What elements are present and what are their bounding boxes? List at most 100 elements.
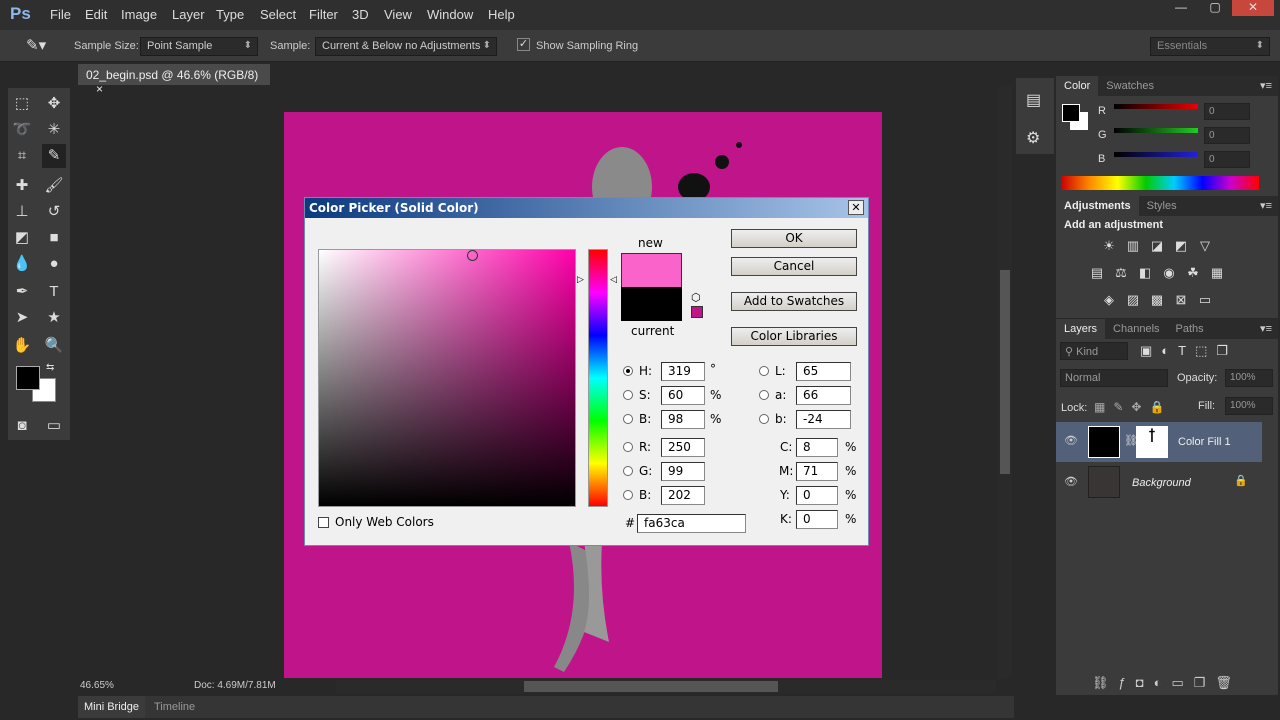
lab-b-input[interactable]: -24	[796, 410, 851, 429]
black-white-icon[interactable]: ◧	[1136, 265, 1154, 281]
blue-radio[interactable]	[623, 490, 633, 500]
photo-filter-icon[interactable]: ◉	[1160, 265, 1178, 281]
brightness-icon[interactable]: ☀	[1100, 238, 1118, 254]
quick-mask-icon[interactable]: ◙	[10, 414, 34, 438]
channel-g-input[interactable]: 0	[1204, 127, 1250, 144]
menu-select[interactable]: Select	[260, 7, 296, 22]
tab-mini-bridge[interactable]: Mini Bridge	[78, 696, 146, 718]
tab-swatches[interactable]: Swatches	[1098, 76, 1162, 96]
show-ring-checkbox[interactable]: ✓	[517, 38, 530, 51]
layer-row[interactable]: 👁 ⛓ ꝉ Color Fill 1	[1056, 422, 1262, 462]
posterize-icon[interactable]: ▨	[1124, 292, 1142, 308]
exposure-icon[interactable]: ◩	[1172, 238, 1190, 254]
hue-slider-right-arrow[interactable]: ◁	[610, 275, 617, 285]
path-selection-icon[interactable]: ➤	[10, 306, 34, 330]
h-input[interactable]: 319	[661, 362, 705, 381]
history-brush-icon[interactable]: ↺	[42, 200, 66, 224]
menu-layer[interactable]: Layer	[172, 7, 205, 22]
doc-size[interactable]: Doc: 4.69M/7.81M	[194, 680, 276, 691]
layer-name[interactable]: Color Fill 1	[1178, 436, 1231, 448]
tab-adjustments[interactable]: Adjustments	[1056, 196, 1139, 216]
menu-3d[interactable]: 3D	[352, 7, 369, 22]
history-panel-icon[interactable]: ▤	[1026, 90, 1041, 110]
document-tab[interactable]: 02_begin.psd @ 46.6% (RGB/8) ×	[78, 64, 270, 96]
c-input[interactable]: 8	[796, 438, 838, 457]
lab-a-input[interactable]: 66	[796, 386, 851, 405]
menu-filter[interactable]: Filter	[309, 7, 338, 22]
hue-saturation-icon[interactable]: ▤	[1088, 265, 1106, 281]
hue-slider-left-arrow[interactable]: ▷	[577, 275, 584, 285]
brightness-input[interactable]: 98	[661, 410, 705, 429]
out-of-gamut-cube-icon[interactable]: ⬡	[691, 291, 701, 304]
g-input[interactable]: 99	[661, 462, 705, 481]
menu-view[interactable]: View	[384, 7, 412, 22]
lab-l-radio[interactable]	[759, 366, 769, 376]
shape-tool-icon[interactable]: ★	[42, 306, 66, 330]
y-input[interactable]: 0	[796, 486, 838, 505]
menu-image[interactable]: Image	[121, 7, 157, 22]
cancel-button[interactable]: Cancel	[731, 257, 857, 276]
blend-mode-select[interactable]: Normal	[1060, 369, 1168, 387]
visibility-eye-icon[interactable]: 👁	[1064, 475, 1078, 488]
blue-input[interactable]: 202	[661, 486, 705, 505]
brightness-radio[interactable]	[623, 414, 633, 424]
lasso-tool-icon[interactable]: ➰	[10, 118, 34, 142]
lab-l-input[interactable]: 65	[796, 362, 851, 381]
tab-styles[interactable]: Styles	[1139, 196, 1185, 216]
layer-name[interactable]: Background	[1132, 477, 1191, 489]
eyedropper-tool-icon[interactable]: ✎	[42, 144, 66, 168]
opacity-input[interactable]: 100%	[1225, 369, 1273, 387]
k-input[interactable]: 0	[796, 510, 838, 529]
close-tab-icon[interactable]: ×	[96, 82, 103, 96]
layer-row[interactable]: 👁 Background 🔒	[1056, 463, 1262, 501]
fill-input[interactable]: 100%	[1225, 397, 1273, 415]
zoom-level[interactable]: 46.65%	[80, 680, 114, 691]
horizontal-scrollbar[interactable]	[336, 680, 996, 693]
zoom-tool-icon[interactable]: 🔍	[42, 334, 66, 358]
dialog-close-button[interactable]: ✕	[848, 200, 864, 215]
gradient-map-icon[interactable]: ▭	[1196, 292, 1214, 308]
filter-type-icons[interactable]: ▣◐T⬚❐	[1140, 343, 1237, 359]
menu-help[interactable]: Help	[488, 7, 515, 22]
g-radio[interactable]	[623, 466, 633, 476]
marquee-tool-icon[interactable]: ⬚	[10, 92, 34, 116]
tab-timeline[interactable]: Timeline	[154, 701, 195, 713]
curves-icon[interactable]: ◪	[1148, 238, 1166, 254]
magic-wand-icon[interactable]: ✳	[42, 118, 66, 142]
hand-tool-icon[interactable]: ✋	[10, 334, 34, 358]
tab-color[interactable]: Color	[1056, 76, 1099, 96]
r-radio[interactable]	[623, 442, 633, 452]
only-web-colors-checkbox[interactable]	[318, 517, 329, 528]
visibility-eye-icon[interactable]: 👁	[1064, 434, 1078, 447]
minimize-button[interactable]: —	[1164, 0, 1198, 16]
r-input[interactable]: 250	[661, 438, 705, 457]
lock-icons[interactable]: ▦✎✥🔒	[1094, 400, 1172, 414]
swap-colors-icon[interactable]: ⇆	[46, 362, 54, 373]
foreground-color-swatch[interactable]	[16, 366, 40, 390]
panel-menu-icon[interactable]: ▾≡	[1260, 322, 1272, 335]
maximize-button[interactable]: ▢	[1198, 0, 1232, 16]
current-color-swatch[interactable]	[621, 287, 682, 321]
menu-file[interactable]: File	[50, 7, 71, 22]
s-radio[interactable]	[623, 390, 633, 400]
selective-color-icon[interactable]: ⊠	[1172, 292, 1190, 308]
channel-r-slider[interactable]	[1114, 104, 1198, 109]
eraser-icon[interactable]: ◩	[10, 226, 34, 250]
hex-input[interactable]: fa63ca	[637, 514, 746, 533]
crop-tool-icon[interactable]: ⌗	[10, 144, 34, 168]
tab-layers[interactable]: Layers	[1056, 319, 1106, 339]
color-field[interactable]	[318, 249, 576, 507]
foreground-swatch[interactable]	[1062, 104, 1080, 122]
move-tool-icon[interactable]: ✥	[42, 92, 66, 116]
eyedropper-icon[interactable]: ✎▾	[26, 36, 46, 54]
panel-menu-icon[interactable]: ▾≡	[1260, 79, 1272, 92]
menu-type[interactable]: Type	[216, 7, 244, 22]
clone-stamp-icon[interactable]: ⊥	[10, 200, 34, 224]
workspace-select[interactable]: Essentials	[1150, 37, 1270, 56]
channel-b-input[interactable]: 0	[1204, 151, 1250, 168]
layer-filter-select[interactable]: ⚲ Kind	[1060, 342, 1128, 360]
channel-mixer-icon[interactable]: ☘	[1184, 265, 1202, 281]
ok-button[interactable]: OK	[731, 229, 857, 248]
panel-menu-icon[interactable]: ▾≡	[1260, 199, 1272, 212]
color-balance-icon[interactable]: ⚖	[1112, 265, 1130, 281]
